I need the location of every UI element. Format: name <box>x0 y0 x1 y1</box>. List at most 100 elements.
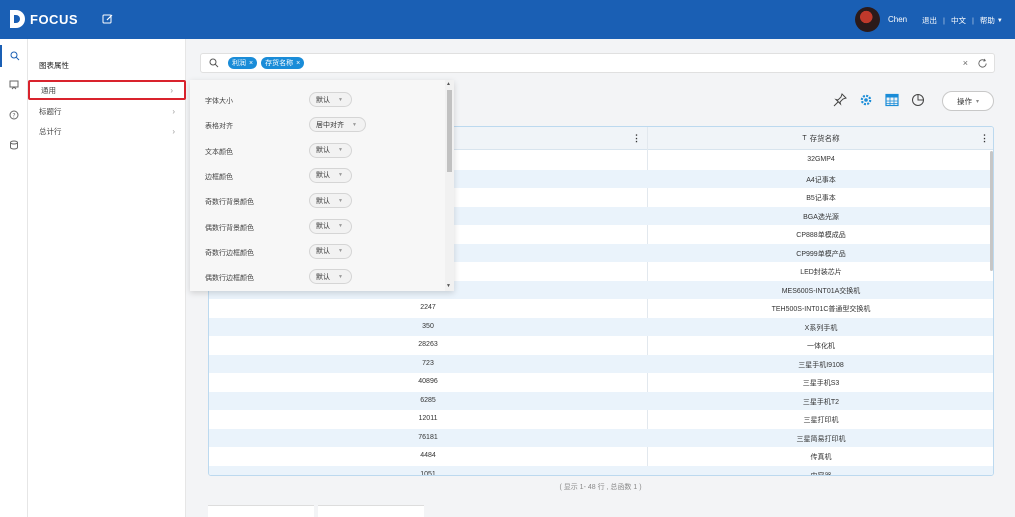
table-footer: ( 显示 1- 48 行 , 总函数 1 ) <box>559 484 642 491</box>
setting-value: 居中对齐 <box>316 121 344 129</box>
table-row[interactable]: 12011 三星打印机 <box>209 410 993 429</box>
table-row[interactable]: 6285 三星手机T2 <box>209 391 993 410</box>
chevron-right-icon: › <box>172 126 175 136</box>
profit-cell: 76181 <box>418 433 438 441</box>
setting-select[interactable]: 默认 ▼ <box>309 243 352 259</box>
table-icon[interactable] <box>885 93 899 107</box>
setting-row: 字体大小 默认 ▼ <box>190 90 440 110</box>
popover-scrollbar-thumb[interactable] <box>447 90 452 172</box>
item-name-cell: 三星手机I9108 <box>798 361 844 369</box>
setting-row: 偶数行背景颜色 默认 ▼ <box>190 217 440 237</box>
item-name-cell: CP999单模产品 <box>796 250 846 258</box>
setting-value: 默认 <box>316 147 330 155</box>
item-name-cell: B5记事本 <box>806 195 836 202</box>
table-row[interactable]: 4484 传真机 <box>209 447 993 466</box>
setting-value: 默认 <box>316 248 330 256</box>
setting-row: 偶数行边框颜色 默认 ▼ <box>190 267 440 287</box>
bottom-tab[interactable] <box>318 505 424 517</box>
nav-help[interactable]: ? <box>0 104 28 126</box>
panel-item-general[interactable]: 通用 › <box>28 80 186 100</box>
setting-value: 默认 <box>316 273 330 281</box>
scroll-down-icon[interactable]: ▼ <box>446 283 451 289</box>
user-name[interactable]: Chen <box>888 15 907 24</box>
close-icon[interactable]: × <box>249 60 253 67</box>
setting-select[interactable]: 居中对齐 ▼ <box>309 117 366 133</box>
item-name-cell: 三星手机T2 <box>802 398 840 406</box>
item-name-cell: LED封装芯片 <box>800 269 842 276</box>
table-row[interactable]: 1051 电容器 <box>209 465 993 475</box>
language-link[interactable]: 中文 <box>951 15 966 26</box>
pin-icon[interactable] <box>833 93 847 107</box>
table-scrollbar[interactable] <box>990 151 993 271</box>
logo[interactable]: FOCUS <box>10 10 78 28</box>
setting-select[interactable]: 默认 ▼ <box>309 92 352 107</box>
operations-label: 操作 <box>956 96 972 106</box>
setting-select[interactable]: 默认 ▼ <box>309 167 352 183</box>
gear-icon[interactable] <box>859 93 873 107</box>
edit-icon[interactable] <box>102 13 114 25</box>
close-icon[interactable]: × <box>296 60 300 67</box>
setting-label: 文本颜色 <box>205 148 233 156</box>
item-name-cell: MES600S-INT01A交换机 <box>781 287 861 295</box>
chart-toolbar <box>833 93 937 107</box>
nav-search[interactable] <box>0 45 28 67</box>
nav-data[interactable] <box>0 134 28 156</box>
setting-label: 边框颜色 <box>205 173 233 181</box>
chevron-right-icon: › <box>172 106 175 116</box>
nav-board[interactable] <box>0 74 28 96</box>
avatar[interactable] <box>855 7 880 32</box>
focus-logo-icon <box>10 10 25 28</box>
setting-value: 默认 <box>316 223 330 230</box>
search-icon <box>10 51 20 61</box>
setting-label: 奇数行边框颜色 <box>205 249 254 257</box>
item-name-cell: A4记事本 <box>806 176 836 184</box>
more-icon[interactable]: ⋮ <box>980 134 989 143</box>
setting-select[interactable]: 默认 ▼ <box>309 142 352 158</box>
separator: | <box>971 16 974 25</box>
tag-label: 利润 <box>232 60 246 67</box>
chart-properties-panel: 图表属性 通用 › 标题行 › 总计行 › <box>28 39 186 517</box>
panel-item-label: 通用 <box>41 85 56 95</box>
help-link[interactable]: 帮助 <box>980 15 995 26</box>
search-bar[interactable]: 利润 × 存货名称 × × <box>200 53 995 73</box>
bottom-tab[interactable] <box>208 505 314 517</box>
setting-select[interactable]: 默认 ▼ <box>309 218 352 234</box>
table-row[interactable]: 28263 一体化机 <box>209 336 993 355</box>
table-row[interactable]: 76181 三星简易打印机 <box>209 428 993 447</box>
question-icon: ? <box>9 110 19 120</box>
setting-label: 表格对齐 <box>205 123 233 131</box>
setting-label: 奇数行背景颜色 <box>205 199 254 207</box>
clear-icon[interactable]: × <box>963 58 968 68</box>
panel-item-total-row[interactable]: 总计行 › <box>28 121 186 141</box>
setting-row: 边框颜色 默认 ▼ <box>190 166 440 186</box>
scroll-up-icon[interactable]: ▲ <box>446 81 451 87</box>
search-tag[interactable]: 利润 × <box>228 57 258 69</box>
operations-button[interactable]: 操作 ▾ <box>942 91 994 111</box>
chevron-down-icon[interactable]: ▼ <box>997 18 1003 24</box>
top-links: 退出 | 中文 | 帮助 ▼ <box>922 15 1003 26</box>
table-row[interactable]: 350 X系列手机 <box>209 317 993 336</box>
panel-item-header-row[interactable]: 标题行 › <box>28 101 186 121</box>
refresh-icon[interactable] <box>977 58 988 69</box>
search-tag[interactable]: 存货名称 × <box>261 57 305 69</box>
logout-link[interactable]: 退出 <box>922 15 937 26</box>
setting-select[interactable]: 默认 ▼ <box>309 269 352 285</box>
table-row[interactable]: 2247 TEH500S-INT01C普通型交换机 <box>209 299 993 318</box>
profit-cell: 350 <box>422 322 434 330</box>
setting-row: 奇数行边框颜色 默认 ▼ <box>190 242 440 262</box>
pie-chart-icon[interactable] <box>911 93 925 107</box>
tag-label: 存货名称 <box>265 60 294 67</box>
setting-label: 字体大小 <box>205 98 233 105</box>
table-row[interactable]: 723 三星手机I9108 <box>209 354 993 373</box>
setting-row: 表格对齐 居中对齐 ▼ <box>190 115 440 135</box>
more-icon[interactable]: ⋮ <box>632 134 641 143</box>
chevron-down-icon: ▼ <box>338 147 343 154</box>
table-row[interactable]: 40896 三星手机S3 <box>209 373 993 392</box>
column-header-item-name[interactable]: T 存货名称 ⋮ <box>647 127 993 150</box>
setting-row: 奇数行背景颜色 默认 ▼ <box>190 191 440 211</box>
profit-cell: 12011 <box>418 415 438 422</box>
database-icon <box>10 140 18 150</box>
item-name-cell: 三星打印机 <box>803 417 839 424</box>
setting-select[interactable]: 默认 ▼ <box>309 193 352 209</box>
setting-value: 默认 <box>316 172 330 180</box>
